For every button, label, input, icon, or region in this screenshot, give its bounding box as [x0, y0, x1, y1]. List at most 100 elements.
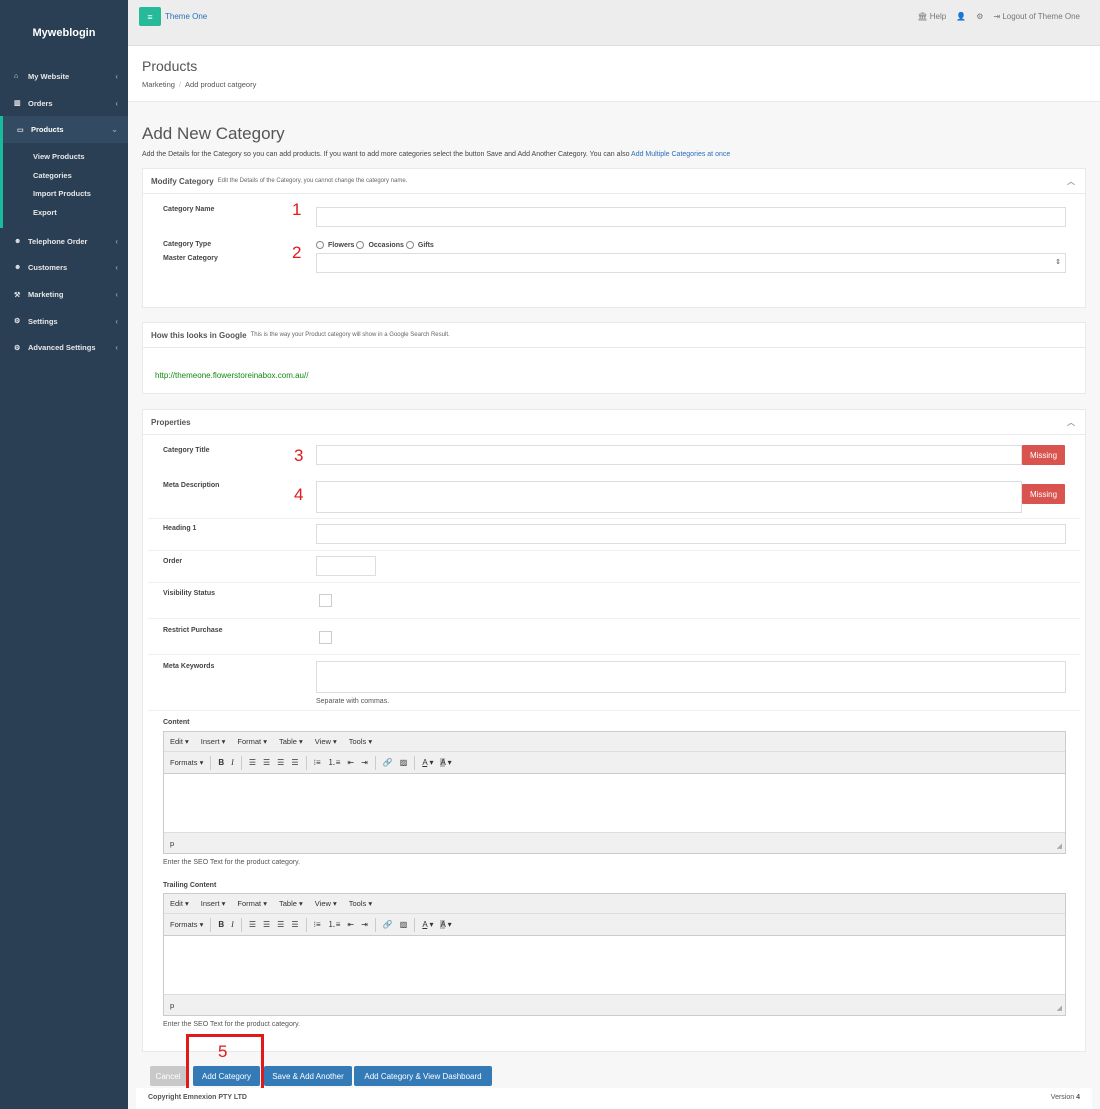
restrict-purchase-checkbox[interactable] — [319, 631, 332, 644]
add-category-view-dashboard-button[interactable]: Add Category & View Dashboard — [354, 1066, 492, 1086]
bullet-list-icon[interactable]: ⁝≡ — [314, 758, 321, 767]
meta-keywords-label: Meta Keywords — [163, 663, 215, 670]
italic-icon[interactable]: I — [231, 758, 234, 767]
align-left-icon[interactable]: ☰ — [249, 920, 256, 929]
resize-handle-icon[interactable]: ◢ — [1057, 1004, 1062, 1012]
menu-table[interactable]: Table ▾ — [279, 737, 303, 746]
sidebar-item-label: Settings — [28, 316, 58, 326]
align-center-icon[interactable]: ☰ — [263, 920, 270, 929]
menu-insert[interactable]: Insert ▾ — [201, 737, 226, 746]
collapse-icon[interactable]: ︿ — [1067, 417, 1075, 428]
category-type-label: Category Type — [163, 241, 212, 248]
sidebar-item-settings[interactable]: ⚙ Settings ‹ — [0, 308, 128, 335]
resize-handle-icon[interactable]: ◢ — [1057, 842, 1062, 850]
bold-icon[interactable]: B — [218, 758, 224, 767]
gear-icon: ⚙ — [14, 318, 21, 326]
sidebar-item-my-website[interactable]: ⌂ My Website ‹ — [0, 63, 128, 90]
formats-dropdown[interactable]: Formats ▾ — [170, 920, 203, 929]
bar-chart-icon: ▥ — [14, 100, 21, 108]
logout-link[interactable]: ⇥ Logout of Theme One — [993, 12, 1080, 21]
menu-table[interactable]: Table ▾ — [279, 899, 303, 908]
products-submenu: View Products Categories Import Products… — [0, 143, 128, 228]
outdent-icon[interactable]: ⇤ — [347, 758, 354, 767]
radio-occasions[interactable] — [356, 241, 365, 249]
sidebar-item-customers[interactable]: ☻ Customers ‹ — [0, 255, 128, 282]
meta-keywords-textarea[interactable] — [316, 661, 1066, 693]
main-content: Add New Category Add the Details for the… — [128, 102, 1100, 1109]
menu-toggle-button[interactable]: ≡ — [139, 7, 161, 26]
radio-flowers[interactable] — [316, 241, 324, 249]
align-left-icon[interactable]: ☰ — [249, 758, 256, 767]
subnav-export[interactable]: Export — [3, 203, 128, 222]
save-add-another-button[interactable]: Save & Add Another — [264, 1066, 352, 1086]
user-icon[interactable]: 👤 — [956, 12, 966, 21]
panel-header: Modify Category Edit the Details of the … — [143, 169, 1085, 194]
italic-icon[interactable]: I — [231, 920, 234, 929]
sidebar-item-label: Advanced Settings — [28, 343, 96, 353]
sidebar: Myweblogin ⌂ My Website ‹ ▥ Orders ‹ ▭ P… — [0, 0, 128, 1109]
content-label: Content — [163, 719, 190, 726]
gear-icon[interactable]: ⚙ — [976, 12, 983, 21]
cancel-button[interactable]: Cancel — [150, 1066, 186, 1086]
link-icon[interactable]: 🔗 — [383, 758, 393, 767]
text-color-icon[interactable]: A ▾ — [422, 758, 433, 767]
sidebar-item-marketing[interactable]: ⚒ Marketing ‹ — [0, 281, 128, 308]
category-name-input[interactable] — [316, 207, 1066, 227]
text-color-icon[interactable]: A ▾ — [422, 920, 433, 929]
image-icon[interactable]: ▨ — [400, 758, 408, 767]
align-right-icon[interactable]: ☰ — [277, 920, 284, 929]
editor-body[interactable] — [164, 936, 1065, 994]
align-justify-icon[interactable]: ☰ — [291, 758, 298, 767]
formats-dropdown[interactable]: Formats ▾ — [170, 758, 203, 767]
heading1-input[interactable] — [316, 524, 1066, 544]
background-color-icon[interactable]: A ▾ — [440, 920, 452, 929]
menu-edit[interactable]: Edit ▾ — [170, 737, 189, 746]
align-right-icon[interactable]: ☰ — [277, 758, 284, 767]
menu-insert[interactable]: Insert ▾ — [201, 899, 226, 908]
visibility-status-checkbox[interactable] — [319, 594, 332, 607]
numbered-list-icon[interactable]: ⒈≡ — [328, 757, 341, 768]
sidebar-item-orders[interactable]: ▥ Orders ‹ — [0, 90, 128, 117]
editor-statusbar: p ◢ — [164, 832, 1065, 853]
editor-body[interactable] — [164, 774, 1065, 832]
indent-icon[interactable]: ⇥ — [361, 758, 368, 767]
outdent-icon[interactable]: ⇤ — [347, 920, 354, 929]
numbered-list-icon[interactable]: ⒈≡ — [328, 919, 341, 930]
brand-logo[interactable]: Myweblogin — [0, 0, 128, 46]
theme-link[interactable]: Theme One — [165, 12, 207, 21]
link-icon[interactable]: 🔗 — [383, 920, 393, 929]
menu-tools[interactable]: Tools ▾ — [349, 899, 372, 908]
background-color-icon[interactable]: A ▾ — [440, 758, 452, 767]
bullet-list-icon[interactable]: ⁝≡ — [314, 920, 321, 929]
menu-view[interactable]: View ▾ — [315, 899, 337, 908]
category-title-input[interactable] — [316, 445, 1022, 465]
order-input[interactable] — [316, 556, 376, 576]
menu-format[interactable]: Format ▾ — [237, 899, 267, 908]
indent-icon[interactable]: ⇥ — [361, 920, 368, 929]
add-multiple-categories-link[interactable]: Add Multiple Categories at once — [631, 151, 730, 158]
help-link[interactable]: 🏛 Help — [917, 12, 946, 21]
menu-view[interactable]: View ▾ — [315, 737, 337, 746]
subnav-import-products[interactable]: Import Products — [3, 184, 128, 203]
menu-edit[interactable]: Edit ▾ — [170, 899, 189, 908]
menu-format[interactable]: Format ▾ — [237, 737, 267, 746]
sidebar-item-products[interactable]: ▭ Products ⌄ — [0, 116, 128, 144]
sidebar-item-telephone-order[interactable]: ☻ Telephone Order ‹ — [0, 228, 128, 255]
subnav-view-products[interactable]: View Products — [3, 147, 128, 166]
bank-icon: 🏛 — [917, 12, 928, 21]
sidebar-item-label: Marketing — [28, 290, 64, 300]
annotation-marker-1: 1 — [292, 200, 302, 219]
master-category-select[interactable]: ⇕ — [316, 253, 1066, 273]
editor-menubar: Edit ▾ Insert ▾ Format ▾ Table ▾ View ▾ … — [164, 732, 1065, 752]
image-icon[interactable]: ▨ — [400, 920, 408, 929]
menu-tools[interactable]: Tools ▾ — [349, 737, 372, 746]
breadcrumb-marketing[interactable]: Marketing — [142, 80, 175, 89]
align-justify-icon[interactable]: ☰ — [291, 920, 298, 929]
bold-icon[interactable]: B — [218, 920, 224, 929]
collapse-icon[interactable]: ︿ — [1067, 176, 1075, 187]
radio-gifts[interactable] — [405, 241, 414, 249]
sidebar-item-advanced-settings[interactable]: ⚙ Advanced Settings ‹ — [0, 335, 128, 362]
align-center-icon[interactable]: ☰ — [263, 758, 270, 767]
subnav-categories[interactable]: Categories — [3, 166, 128, 185]
meta-description-textarea[interactable] — [316, 481, 1022, 513]
